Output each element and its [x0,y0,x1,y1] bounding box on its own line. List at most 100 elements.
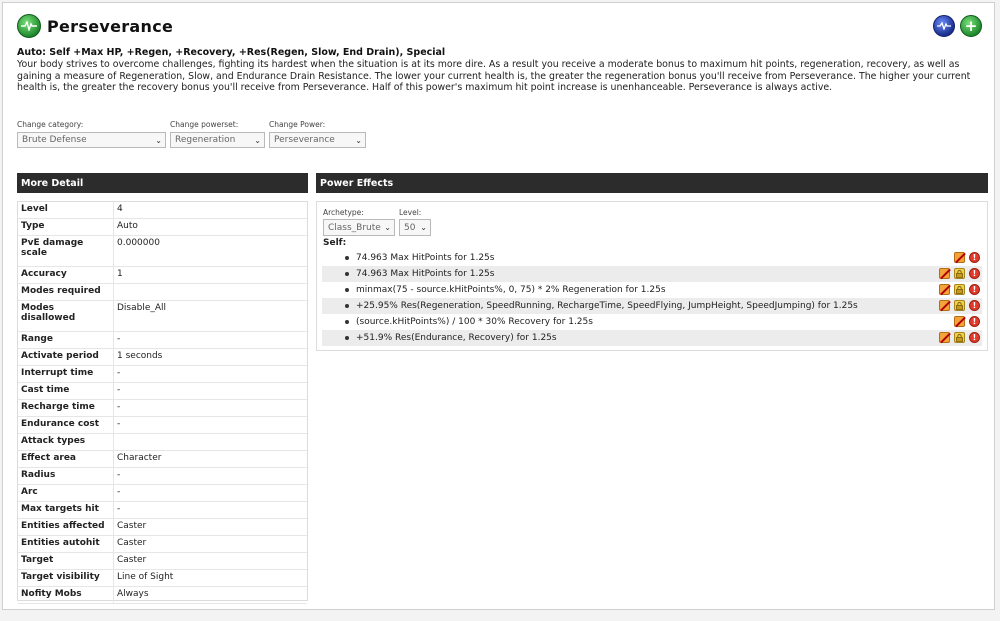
chevron-down-icon: ⌄ [355,135,362,145]
detail-row: Modes required [18,284,307,301]
no-enhance-icon[interactable] [954,316,965,327]
level-label: Level: [399,208,422,217]
detail-value: Caster [117,538,147,548]
detail-key: Max targets hit [18,502,114,518]
plus-icon: + [964,16,978,35]
category-select[interactable]: Brute Defense ⌄ [17,132,166,148]
level-selector-group: Level: 50 ⌄ [399,208,431,236]
detail-value: Caster [117,521,147,531]
detail-row: Attack types [18,434,307,451]
archetype-value: Class_Brute [328,222,381,233]
detail-key: Effect area [18,451,114,467]
warning-icon[interactable]: ! [969,332,980,343]
no-enhance-icon[interactable] [954,252,965,263]
detail-row: Target Caster [18,553,307,570]
effect-row: (source.kHitPoints%) / 100 * 30% Recover… [322,314,982,330]
detail-value: 1 seconds [117,351,163,361]
bullet-icon [345,336,349,340]
detail-value: Always [117,589,149,599]
add-button[interactable]: + [960,15,982,37]
detail-value: 0.000000 [117,238,160,248]
effect-text: 74.963 Max HitPoints for 1.25s [356,269,495,279]
detail-key: Modes disallowed [18,301,114,331]
no-enhance-icon[interactable] [939,300,950,311]
chevron-down-icon: ⌄ [420,223,427,232]
powerset-select[interactable]: Regeneration ⌄ [170,132,265,148]
chart-button[interactable] [933,15,955,37]
detail-row: Recharge time - [18,400,307,417]
powerset-selector-group: Change powerset: Regeneration ⌄ [170,120,265,148]
effect-text: 74.963 Max HitPoints for 1.25s [356,253,495,263]
effect-row: +51.9% Res(Endurance, Recovery) for 1.25… [322,330,982,346]
detail-value: - [117,487,121,497]
lock-icon[interactable] [954,332,965,343]
detail-key: Recharge time [18,400,114,416]
effect-row: 74.963 Max HitPoints for 1.25s! [322,266,982,282]
detail-key: Radius [18,468,114,484]
detail-key: Activate period [18,349,114,365]
detail-row: Range - [18,332,307,349]
bullet-icon [345,304,349,308]
power-select[interactable]: Perseverance ⌄ [269,132,366,148]
lock-icon[interactable] [954,284,965,295]
more-detail-table: Level 4 Type Auto PvE damage scale 0.000000 Ac… [17,201,308,604]
detail-value: Disable_All [117,303,167,313]
warning-icon[interactable]: ! [969,300,980,311]
detail-key: Entities affected [18,519,114,535]
effect-controls: Archetype: Class_Brute ⌄ Level: 50 ⌄ [323,208,435,236]
top-buttons: + [933,15,982,37]
detail-key: PvE damage scale [18,236,114,266]
detail-row: Target visibility Line of Sight [18,570,307,587]
power-summary: Auto: Self +Max HP, +Regen, +Recovery, +… [17,47,446,58]
detail-key: Level [18,202,114,218]
detail-row: Interrupt time - [18,366,307,383]
level-select[interactable]: 50 ⌄ [399,219,431,236]
detail-value [114,284,120,300]
no-enhance-icon[interactable] [939,268,950,279]
self-label: Self: [323,238,347,248]
no-enhance-icon[interactable] [939,284,950,295]
detail-key: Nofity Mobs [18,587,114,603]
detail-key: Endurance cost [18,417,114,433]
detail-value: - [117,402,121,412]
warning-icon[interactable]: ! [969,284,980,295]
warning-icon[interactable]: ! [969,316,980,327]
detail-value: - [117,334,121,344]
detail-value: - [117,470,121,480]
detail-value: - [117,419,121,429]
chevron-down-icon: ⌄ [155,135,162,145]
detail-value: - [117,385,121,395]
detail-key: Range [18,332,114,348]
detail-key: Arc [18,485,114,501]
effect-icons: ! [939,300,980,311]
detail-value: - [117,504,121,514]
no-enhance-icon[interactable] [939,332,950,343]
detail-key: Type [18,219,114,235]
power-value: Perseverance [274,135,335,145]
detail-row: PvE damage scale 0.000000 [18,236,307,267]
lock-icon[interactable] [954,300,965,311]
power-header: Perseverance [17,13,173,39]
archetype-select[interactable]: Class_Brute ⌄ [323,219,395,236]
effect-icons: ! [954,316,980,327]
detail-value: - [117,368,121,378]
detail-row: Activate period 1 seconds [18,349,307,366]
detail-value: Line of Sight [117,572,174,582]
detail-key: Cast time [18,383,114,399]
detail-key: Interrupt time [18,366,114,382]
lock-icon[interactable] [954,268,965,279]
effect-icons: ! [939,284,980,295]
detail-row: Modes disallowed Disable_All [18,301,307,332]
detail-value: Caster [117,555,147,565]
warning-icon[interactable]: ! [969,252,980,263]
bullet-icon [345,320,349,324]
archetype-label: Archetype: [323,208,364,217]
effect-text: +25.95% Res(Regeneration, SpeedRunning, … [356,301,858,311]
power-effects-panel: Archetype: Class_Brute ⌄ Level: 50 ⌄ Sel… [316,201,988,351]
effect-text: minmax(75 - source.kHitPoints%, 0, 75) *… [356,285,666,295]
detail-value: 1 [117,269,123,279]
detail-key: Target [18,553,114,569]
power-description: Your body strives to overcome challenges… [17,59,971,94]
warning-icon[interactable]: ! [969,268,980,279]
category-value: Brute Defense [22,135,87,145]
